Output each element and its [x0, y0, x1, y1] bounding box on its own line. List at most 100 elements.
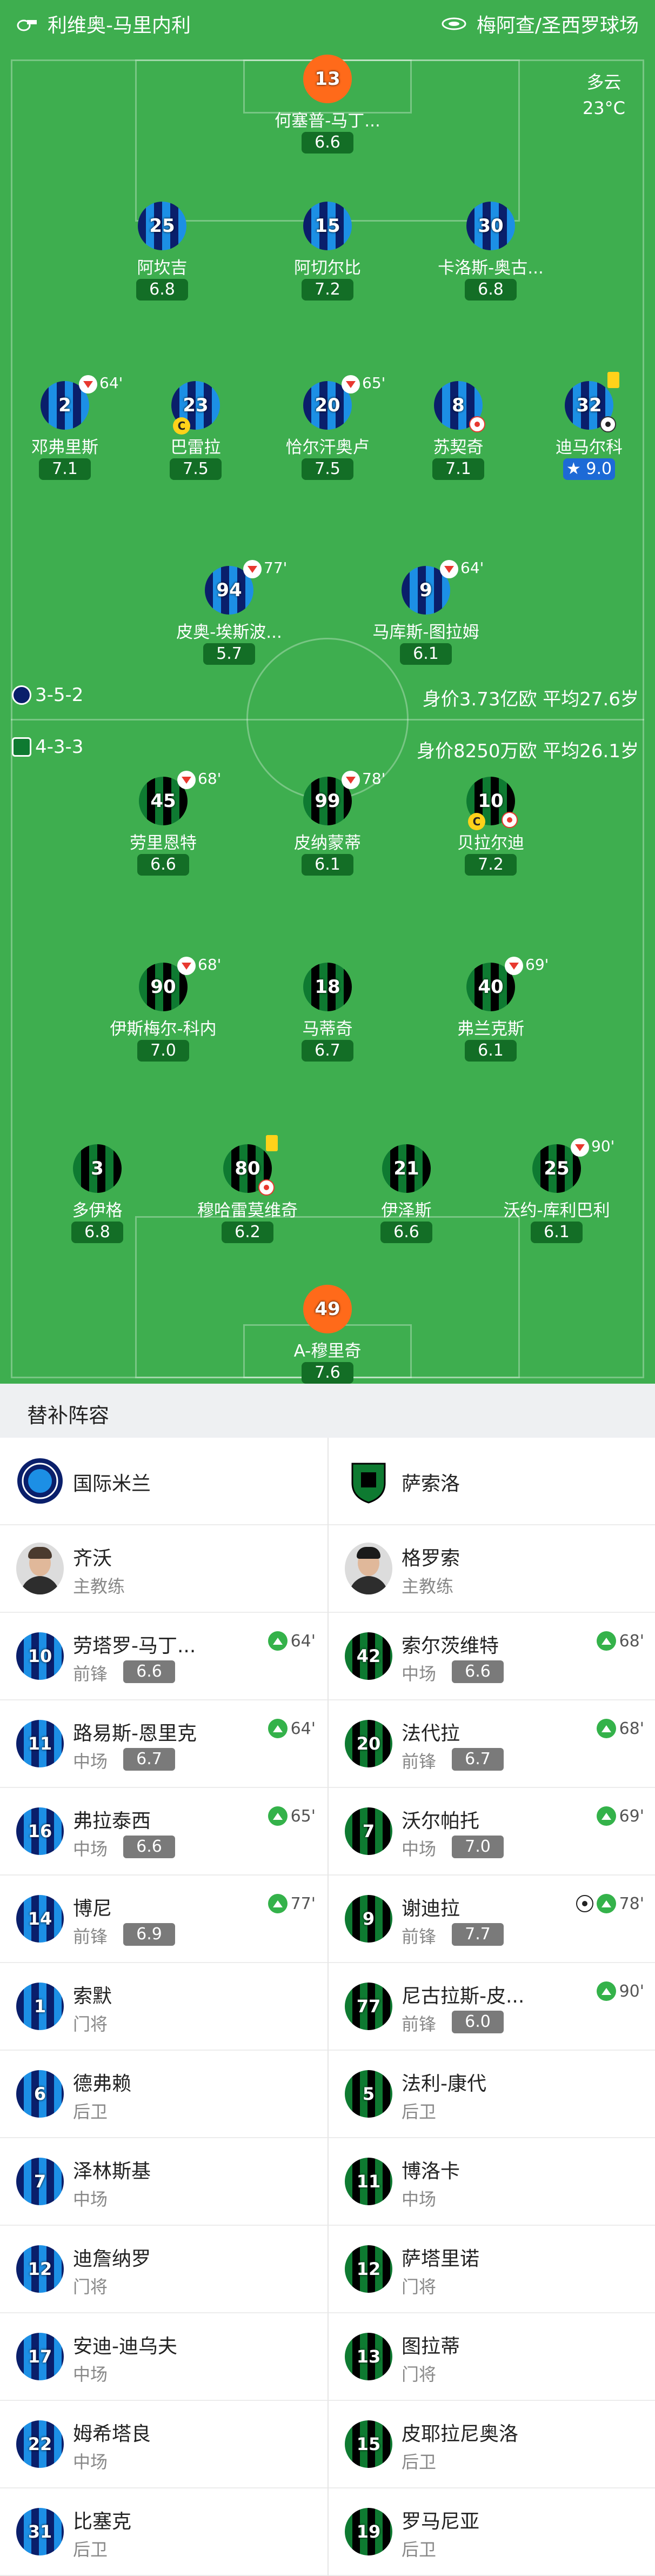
inter-formation: 3-5-2	[35, 684, 84, 706]
player-jersey: 5	[345, 2070, 392, 2118]
sub-minute: 68'	[198, 956, 222, 973]
sub-in-minute: 90'	[619, 1981, 644, 2001]
player-jersey: 7	[345, 1807, 392, 1855]
sub-out-icon	[177, 771, 196, 789]
goal-ball-icon	[600, 416, 616, 432]
player-jersey: 11	[16, 1720, 64, 1767]
sub-player-name: 比塞克	[73, 2511, 132, 2533]
player-rating: 6.8	[136, 279, 188, 301]
player-jersey: 22	[16, 2420, 64, 2468]
player-name: 迪马尔科	[556, 438, 623, 457]
team-row-sassuolo[interactable]: 萨索洛	[329, 1438, 655, 1525]
sub-player-name: 路易斯-恩里克	[73, 1723, 197, 1745]
weather-condition: 多云	[586, 72, 621, 92]
sub-player-row[interactable]: 7 泽林斯基 中场	[0, 2138, 328, 2226]
sub-in-indicator: 64'	[268, 1631, 316, 1651]
sub-player-position: 前锋	[402, 2014, 437, 2034]
sub-player-row[interactable]: 11 路易斯-恩里克 中场 6.7 64'	[0, 1700, 328, 1788]
sub-player-row[interactable]: 7 沃尔帕托 中场 7.0 69'	[329, 1788, 655, 1876]
sub-player-rating: 6.9	[123, 1923, 175, 1946]
player-rating: 7.0	[137, 1040, 189, 1062]
sub-player-row[interactable]: 13 图拉蒂 门将	[329, 2313, 655, 2401]
sub-player-rating: 7.7	[452, 1923, 504, 1946]
sub-player-row[interactable]: 31 比塞克 后卫	[0, 2488, 328, 2576]
sub-player-position: 中场	[73, 1839, 108, 1859]
coach-name: 齐沃	[73, 1547, 112, 1570]
sub-out-icon	[505, 957, 523, 975]
player-jersey: 25	[138, 202, 186, 250]
player-name: 弗兰克斯	[457, 1019, 524, 1039]
sub-player-position: 中场	[402, 1839, 437, 1859]
sub-player-row[interactable]: 16 弗拉泰西 中场 6.6 65'	[0, 1788, 328, 1876]
sub-minute: 69'	[525, 956, 549, 973]
sub-player-name: 索尔茨维特	[402, 1635, 499, 1657]
sub-in-icon	[596, 1894, 616, 1913]
sub-out-icon	[571, 1138, 589, 1157]
team-row-inter[interactable]: 国际米兰	[0, 1438, 328, 1525]
sub-in-icon	[268, 1631, 288, 1651]
player-jersey: 13	[345, 2333, 392, 2380]
coach-name: 格罗索	[402, 1547, 460, 1570]
sub-player-row[interactable]: 14 博尼 前锋 6.9 77'	[0, 1876, 328, 1963]
sub-player-name: 罗马尼亚	[402, 2511, 480, 2533]
sub-in-icon	[596, 1806, 616, 1826]
sub-player-row[interactable]: 22 姆希塔良 中场	[0, 2401, 328, 2488]
player-jersey: 21	[382, 1144, 431, 1193]
player-name: 穆哈雷莫维奇	[197, 1201, 298, 1220]
player-rating: 7.5	[170, 458, 222, 480]
sub-player-row[interactable]: 6 德弗赖 后卫	[0, 2051, 328, 2138]
sub-player-row[interactable]: 42 索尔茨维特 中场 6.6 68'	[329, 1613, 655, 1700]
sub-player-position: 门将	[73, 2277, 108, 2297]
player-rating: 6.1	[465, 1040, 517, 1062]
sub-player-row[interactable]: 10 劳塔罗-马丁... 前锋 6.6 64'	[0, 1613, 328, 1700]
player-name: 沃约-库利巴利	[503, 1201, 610, 1220]
sub-player-position: 前锋	[402, 1926, 437, 1947]
sub-player-position: 前锋	[73, 1664, 108, 1684]
sub-player-name: 德弗赖	[73, 2073, 132, 2095]
sub-player-row[interactable]: 77 尼古拉斯-皮... 前锋 6.0 90'	[329, 1963, 655, 2051]
sub-player-row[interactable]: 9 谢迪拉 前锋 7.7 78'	[329, 1876, 655, 1963]
sub-player-row[interactable]: 15 皮耶拉尼奥洛 后卫	[329, 2401, 655, 2488]
player-name: 皮纳蒙蒂	[294, 833, 361, 853]
sassuolo-team-info: 4-3-3 身价8250万欧 平均26.1岁	[0, 732, 655, 764]
sub-minute: 90'	[591, 1137, 615, 1155]
player-name: 皮奥-埃斯波...	[176, 623, 282, 642]
coach-avatar	[345, 1543, 392, 1594]
sub-in-minute: 65'	[290, 1806, 316, 1826]
player-rating: 6.6	[137, 854, 189, 876]
sub-player-position: 后卫	[73, 2101, 108, 2122]
player-rating: 7.2	[302, 279, 353, 301]
player-name: 阿切尔比	[294, 258, 361, 278]
subs-left-column: 国际米兰 齐沃 主教练 10 劳塔罗-马丁... 前锋 6.6 64' 11 路易斯-恩里克…	[0, 1438, 328, 2576]
sub-player-name: 弗拉泰西	[73, 1810, 151, 1832]
sub-in-indicator: 64'	[268, 1719, 316, 1738]
sub-minute: 78'	[362, 770, 386, 788]
coach-row[interactable]: 格罗索 主教练	[329, 1525, 655, 1613]
stadium-icon	[442, 17, 466, 30]
sub-player-row[interactable]: 5 法利-康代 后卫	[329, 2051, 655, 2138]
sub-player-row[interactable]: 17 安迪-迪乌夫 中场	[0, 2313, 328, 2401]
sassuolo-logo-icon	[12, 737, 31, 757]
sub-player-row[interactable]: 19 罗马尼亚 后卫	[329, 2488, 655, 2576]
player-jersey: 10	[16, 1632, 64, 1680]
player-rating: 6.8	[465, 279, 517, 301]
sub-player-row[interactable]: 12 萨塔里诺 门将	[329, 2226, 655, 2313]
sub-player-name: 皮耶拉尼奥洛	[402, 2423, 519, 2445]
player-jersey: 12	[345, 2245, 392, 2293]
sub-player-position: 中场	[73, 1751, 108, 1772]
sub-player-name: 法代拉	[402, 1723, 460, 1745]
sub-player-row[interactable]: 11 博洛卡 中场	[329, 2138, 655, 2226]
coach-row[interactable]: 齐沃 主教练	[0, 1525, 328, 1613]
inter-value-age: 身价3.73亿欧 平均27.6岁	[422, 689, 639, 710]
sub-minute: 64'	[460, 559, 484, 577]
sub-player-row[interactable]: 20 法代拉 前锋 6.7 68'	[329, 1700, 655, 1788]
sub-player-position: 门将	[402, 2277, 437, 2297]
sub-player-name: 姆希塔良	[73, 2423, 151, 2445]
player-name: 马库斯-图拉姆	[372, 623, 479, 642]
sub-player-name: 谢迪拉	[402, 1898, 460, 1920]
sub-player-row[interactable]: 12 迪詹纳罗 门将	[0, 2226, 328, 2313]
player-jersey: 49	[303, 1285, 352, 1333]
sub-player-row[interactable]: 1 索默 门将	[0, 1963, 328, 2051]
sub-out-icon	[342, 771, 360, 789]
player-rating: 7.2	[465, 854, 517, 876]
